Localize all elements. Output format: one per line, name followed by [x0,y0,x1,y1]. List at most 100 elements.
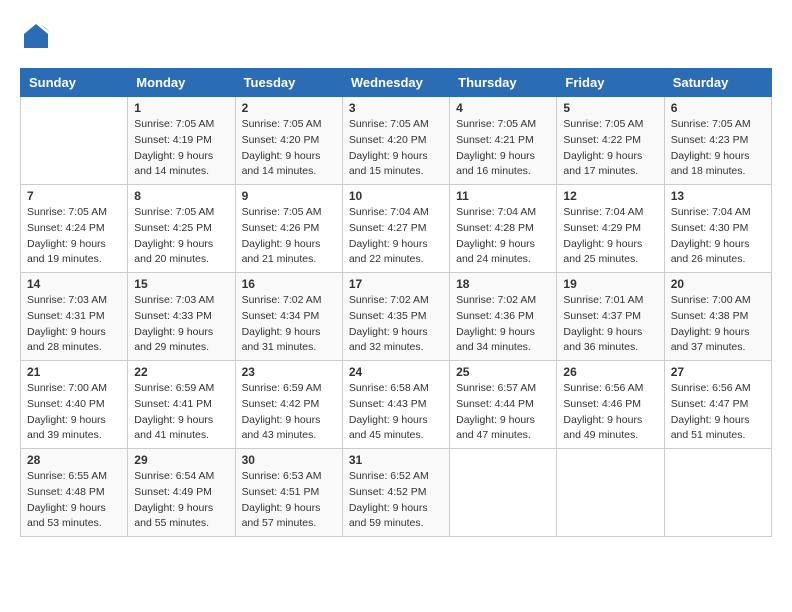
day-info: Sunrise: 7:05 AMSunset: 4:19 PMDaylight:… [134,117,228,180]
day-info: Sunrise: 7:02 AMSunset: 4:34 PMDaylight:… [242,293,336,356]
day-info: Sunrise: 6:55 AMSunset: 4:48 PMDaylight:… [27,469,121,532]
day-number: 4 [456,101,550,115]
day-info: Sunrise: 7:05 AMSunset: 4:22 PMDaylight:… [563,117,657,180]
calendar-week-row: 21 Sunrise: 7:00 AMSunset: 4:40 PMDayligh… [21,361,772,449]
day-number: 1 [134,101,228,115]
calendar-cell: 10Sunrise: 7:04 AMSunset: 4:27 PMDayligh… [342,185,449,273]
day-number: 26 [563,365,657,379]
day-number: 29 [134,453,228,467]
calendar-cell: 27 Sunrise: 6:56 AMSunset: 4:47 PMDayligh… [664,361,771,449]
day-info: Sunrise: 6:56 AMSunset: 4:47 PMDaylight:… [671,381,765,444]
weekday-header-wednesday: Wednesday [342,69,449,97]
calendar-cell: 13 Sunrise: 7:04 AMSunset: 4:30 PMDayligh… [664,185,771,273]
day-info: Sunrise: 7:05 AMSunset: 4:21 PMDaylight:… [456,117,550,180]
day-number: 6 [671,101,765,115]
day-number: 2 [242,101,336,115]
day-info: Sunrise: 6:58 AMSunset: 4:43 PMDaylight:… [349,381,443,444]
calendar-cell: 29 Sunrise: 6:54 AMSunset: 4:49 PMDayligh… [128,449,235,537]
weekday-header-saturday: Saturday [664,69,771,97]
day-number: 11 [456,189,550,203]
day-info: Sunrise: 6:52 AMSunset: 4:52 PMDaylight:… [349,469,443,532]
logo-icon [20,20,52,52]
calendar-cell: 30Sunrise: 6:53 AMSunset: 4:51 PMDayligh… [235,449,342,537]
calendar-cell: 7 Sunrise: 7:05 AMSunset: 4:24 PMDaylight… [21,185,128,273]
day-number: 20 [671,277,765,291]
day-info: Sunrise: 6:59 AMSunset: 4:41 PMDaylight:… [134,381,228,444]
calendar-week-row: 28 Sunrise: 6:55 AMSunset: 4:48 PMDayligh… [21,449,772,537]
day-info: Sunrise: 7:05 AMSunset: 4:20 PMDaylight:… [349,117,443,180]
day-info: Sunrise: 7:02 AMSunset: 4:36 PMDaylight:… [456,293,550,356]
calendar-cell: 4 Sunrise: 7:05 AMSunset: 4:21 PMDaylight… [450,97,557,185]
day-number: 16 [242,277,336,291]
day-info: Sunrise: 7:05 AMSunset: 4:24 PMDaylight:… [27,205,121,268]
day-info: Sunrise: 6:59 AMSunset: 4:42 PMDaylight:… [242,381,336,444]
day-info: Sunrise: 7:00 AMSunset: 4:40 PMDaylight:… [27,381,121,444]
weekday-header-row: SundayMondayTuesdayWednesdayThursdayFrid… [21,69,772,97]
day-number: 25 [456,365,550,379]
day-info: Sunrise: 7:00 AMSunset: 4:38 PMDaylight:… [671,293,765,356]
calendar-cell [21,97,128,185]
day-info: Sunrise: 7:04 AMSunset: 4:28 PMDaylight:… [456,205,550,268]
calendar-cell [664,449,771,537]
day-info: Sunrise: 7:04 AMSunset: 4:27 PMDaylight:… [349,205,443,268]
calendar-cell: 1 Sunrise: 7:05 AMSunset: 4:19 PMDaylight… [128,97,235,185]
day-number: 13 [671,189,765,203]
calendar-cell: 24 Sunrise: 6:58 AMSunset: 4:43 PMDayligh… [342,361,449,449]
calendar-cell: 21 Sunrise: 7:00 AMSunset: 4:40 PMDayligh… [21,361,128,449]
logo [20,20,56,52]
day-number: 14 [27,277,121,291]
day-info: Sunrise: 7:01 AMSunset: 4:37 PMDaylight:… [563,293,657,356]
weekday-header-tuesday: Tuesday [235,69,342,97]
day-number: 7 [27,189,121,203]
day-info: Sunrise: 7:05 AMSunset: 4:26 PMDaylight:… [242,205,336,268]
day-info: Sunrise: 7:04 AMSunset: 4:29 PMDaylight:… [563,205,657,268]
calendar-cell: 16 Sunrise: 7:02 AMSunset: 4:34 PMDayligh… [235,273,342,361]
day-info: Sunrise: 7:05 AMSunset: 4:25 PMDaylight:… [134,205,228,268]
calendar-cell: 20 Sunrise: 7:00 AMSunset: 4:38 PMDayligh… [664,273,771,361]
calendar-cell: 11 Sunrise: 7:04 AMSunset: 4:28 PMDayligh… [450,185,557,273]
calendar-cell: 26 Sunrise: 6:56 AMSunset: 4:46 PMDayligh… [557,361,664,449]
calendar-week-row: 7 Sunrise: 7:05 AMSunset: 4:24 PMDaylight… [21,185,772,273]
calendar-table: SundayMondayTuesdayWednesdayThursdayFrid… [20,68,772,537]
day-number: 22 [134,365,228,379]
calendar-cell: 12Sunrise: 7:04 AMSunset: 4:29 PMDayligh… [557,185,664,273]
weekday-header-sunday: Sunday [21,69,128,97]
page-header [20,20,772,52]
calendar-cell: 28 Sunrise: 6:55 AMSunset: 4:48 PMDayligh… [21,449,128,537]
day-info: Sunrise: 7:03 AMSunset: 4:31 PMDaylight:… [27,293,121,356]
weekday-header-friday: Friday [557,69,664,97]
calendar-cell: 18 Sunrise: 7:02 AMSunset: 4:36 PMDayligh… [450,273,557,361]
day-info: Sunrise: 6:54 AMSunset: 4:49 PMDaylight:… [134,469,228,532]
calendar-cell: 14 Sunrise: 7:03 AMSunset: 4:31 PMDayligh… [21,273,128,361]
day-number: 3 [349,101,443,115]
calendar-cell: 5 Sunrise: 7:05 AMSunset: 4:22 PMDaylight… [557,97,664,185]
calendar-cell: 31 Sunrise: 6:52 AMSunset: 4:52 PMDayligh… [342,449,449,537]
day-number: 31 [349,453,443,467]
weekday-header-monday: Monday [128,69,235,97]
calendar-cell [450,449,557,537]
day-number: 18 [456,277,550,291]
day-number: 27 [671,365,765,379]
day-number: 19 [563,277,657,291]
day-info: Sunrise: 6:53 AMSunset: 4:51 PMDaylight:… [242,469,336,532]
day-number: 28 [27,453,121,467]
day-number: 17 [349,277,443,291]
calendar-cell [557,449,664,537]
calendar-cell: 3 Sunrise: 7:05 AMSunset: 4:20 PMDaylight… [342,97,449,185]
day-info: Sunrise: 7:05 AMSunset: 4:23 PMDaylight:… [671,117,765,180]
calendar-cell: 23 Sunrise: 6:59 AMSunset: 4:42 PMDayligh… [235,361,342,449]
calendar-cell: 22 Sunrise: 6:59 AMSunset: 4:41 PMDayligh… [128,361,235,449]
day-number: 9 [242,189,336,203]
day-number: 21 [27,365,121,379]
calendar-cell: 25Sunrise: 6:57 AMSunset: 4:44 PMDayligh… [450,361,557,449]
day-info: Sunrise: 7:04 AMSunset: 4:30 PMDaylight:… [671,205,765,268]
day-number: 15 [134,277,228,291]
day-info: Sunrise: 6:56 AMSunset: 4:46 PMDaylight:… [563,381,657,444]
day-number: 5 [563,101,657,115]
calendar-cell: 19 Sunrise: 7:01 AMSunset: 4:37 PMDayligh… [557,273,664,361]
calendar-week-row: 1 Sunrise: 7:05 AMSunset: 4:19 PMDaylight… [21,97,772,185]
calendar-week-row: 14 Sunrise: 7:03 AMSunset: 4:31 PMDayligh… [21,273,772,361]
calendar-cell: 9 Sunrise: 7:05 AMSunset: 4:26 PMDaylight… [235,185,342,273]
day-number: 23 [242,365,336,379]
day-number: 24 [349,365,443,379]
